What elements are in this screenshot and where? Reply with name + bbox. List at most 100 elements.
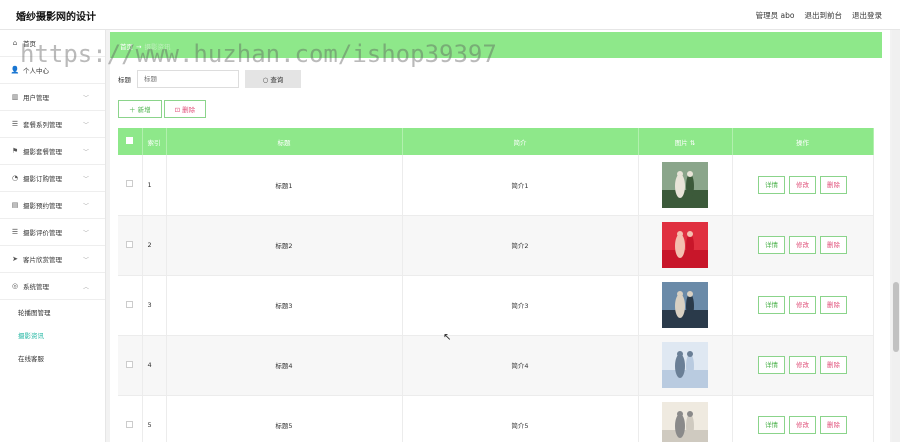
sidebar-subitem-2[interactable]: 在线客服 [0,346,105,369]
column-header-ops: 操作 [732,128,874,155]
sidebar-item-9[interactable]: ◎ 系统管理 ︿ [0,273,105,300]
sidebar-item-1[interactable]: 👤 个人中心 [0,57,105,84]
detail-button[interactable]: 详情 [758,416,785,434]
detail-button[interactable]: 详情 [758,296,785,314]
checkbox-box [126,420,134,428]
wedding-photo-thumbnail[interactable] [662,222,708,268]
user-icon: 👤 [10,66,20,74]
sidebar-item-8[interactable]: ➤ 客片欣赏管理 ﹀ [0,246,105,273]
logout-link[interactable]: 退出登录 [852,10,882,21]
delete-button[interactable]: 删除 [820,236,847,254]
sidebar-item-5[interactable]: ◔ 摄影订购管理 ﹀ [0,165,105,192]
add-button-label: 新增 [137,106,151,114]
sidebar-menu: ⌂ 首页 👤 个人中心 ▥ 用户管理 ﹀ ☰ 套餐系列管理 ﹀ ⚑ 摄影套餐管理 ﹀ ◔ 摄影订购管理 ﹀ ▤ 摄… [0,30,105,300]
breadcrumb-bar: 首页 → 摄影资讯 [110,32,882,58]
sidebar-item-label: 客片欣赏管理 [23,256,62,264]
row-photo-cell [638,335,733,396]
front-exit-link[interactable]: 退出到前台 [805,10,843,21]
row-photo-cell [638,155,733,216]
row-checkbox[interactable] [118,335,143,396]
edit-button[interactable]: 修改 [789,296,816,314]
chevron-down-icon: ﹀ [82,148,89,156]
wedding-photo-thumbnail[interactable] [662,402,708,442]
row-checkbox[interactable] [118,395,143,442]
table-row: 1 标题1 简介1 详情 修改 删除 [118,155,874,216]
table-row: 2 标题2 简介2 详情 修改 删除 [118,215,874,276]
sidebar-item-3[interactable]: ☰ 套餐系列管理 ﹀ [0,111,105,138]
page-scrollbar[interactable] [892,30,900,442]
edit-button[interactable]: 修改 [789,416,816,434]
column-header-photo[interactable]: 图片 ⇅ [638,128,733,155]
search-button[interactable]: ○ 查询 [245,70,301,88]
breadcrumb: 首页 → 摄影资讯 [120,41,170,51]
search-label: 标题 [118,76,131,84]
detail-button[interactable]: 详情 [758,356,785,374]
wedding-photo-thumbnail[interactable] [662,342,708,388]
row-index: 3 [142,275,167,336]
chevron-up-icon: ︿ [82,283,89,291]
row-title: 标题1 [166,155,403,216]
detail-button[interactable]: 详情 [758,236,785,254]
chevron-down-icon: ﹀ [82,121,89,129]
sidebar-item-0[interactable]: ⌂ 首页 [0,30,105,57]
home-icon: ⌂ [12,39,18,47]
select-all-checkbox[interactable] [118,128,143,155]
search-input[interactable] [137,70,239,88]
clock-icon: ◔ [11,174,19,182]
breadcrumb-home[interactable]: 首页 [120,43,133,51]
breadcrumb-current: 摄影资讯 [144,43,171,51]
bar-chart-icon: ▥ [11,93,19,101]
row-ops: 详情 修改 删除 [732,395,874,442]
row-checkbox[interactable] [118,275,143,336]
row-title: 标题3 [166,275,403,336]
edit-button[interactable]: 修改 [789,236,816,254]
sidebar-item-6[interactable]: ▤ 摄影预约管理 ﹀ [0,192,105,219]
sidebar-item-label: 首页 [23,40,36,48]
search-row: 标题 ○ 查询 [118,70,301,88]
sidebar-item-7[interactable]: ☰ 摄影评价管理 ﹀ [0,219,105,246]
batch-delete-button[interactable]: ⊡ 删除 [163,100,207,118]
delete-button[interactable]: 删除 [820,416,847,434]
breadcrumb-separator: → [136,43,142,51]
delete-button[interactable]: 删除 [820,356,847,374]
admin-user-link[interactable]: 管理员 abo [756,10,795,21]
row-intro: 简介3 [402,275,639,336]
wedding-photo-thumbnail[interactable] [662,161,708,208]
row-index: 1 [142,155,167,216]
mouse-cursor-icon: ↖ [443,332,452,343]
row-ops: 详情 修改 删除 [732,215,874,276]
sidebar-item-2[interactable]: ▥ 用户管理 ﹀ [0,84,105,111]
row-checkbox[interactable] [118,215,143,276]
add-button[interactable]: ＋ 新增 [118,100,162,118]
sidebar-subitem-0[interactable]: 轮播图管理 [0,300,105,323]
sidebar-item-label: 系统管理 [23,283,49,291]
column-header-title: 标题 [166,128,403,155]
list-icon: ☰ [11,120,19,128]
checkbox-box [126,180,134,188]
checkbox-box [126,137,134,144]
row-ops: 详情 修改 删除 [732,335,874,396]
chevron-down-icon: ﹀ [82,94,89,102]
sort-icon: ⇅ [689,138,696,147]
edit-button[interactable]: 修改 [789,175,816,194]
plus-icon: ＋ [129,106,136,114]
sidebar-item-label: 个人中心 [23,67,49,75]
row-checkbox[interactable] [118,155,143,216]
action-row: ＋ 新增 ⊡ 删除 [118,100,207,118]
delete-button[interactable]: 删除 [820,296,847,314]
column-header-intro: 简介 [402,128,639,155]
sidebar-item-4[interactable]: ⚑ 摄影套餐管理 ﹀ [0,138,105,165]
list-icon: ☰ [11,228,19,236]
scrollbar-thumb[interactable] [893,282,899,352]
edit-button[interactable]: 修改 [789,356,816,374]
wedding-photo-thumbnail[interactable] [662,282,708,328]
sidebar-subitem-1[interactable]: 摄影资讯 [0,323,105,346]
row-photo-cell [638,395,733,442]
top-bar: 婚纱摄影网的设计 管理员 abo 退出到前台 退出登录 [0,0,900,30]
sidebar-item-label: 套餐系列管理 [23,121,62,129]
top-links: 管理员 abo 退出到前台 退出登录 [756,10,882,21]
row-intro: 简介2 [402,215,639,276]
delete-button[interactable]: 删除 [820,175,847,194]
detail-button[interactable]: 详情 [758,175,785,194]
sidebar-item-label: 摄影预约管理 [23,202,62,210]
